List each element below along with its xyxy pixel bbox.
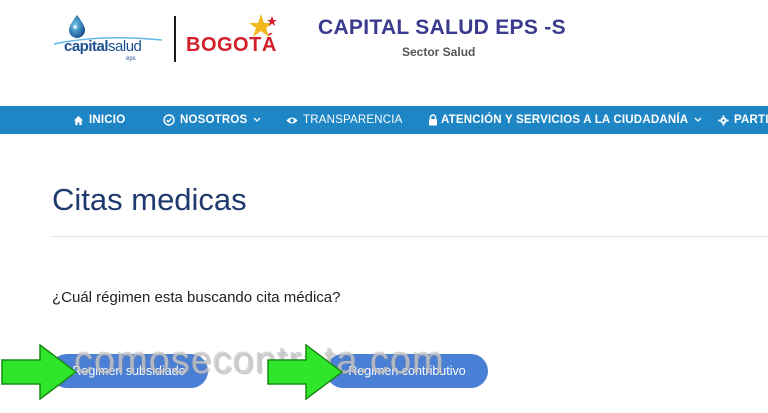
logo-divider bbox=[174, 16, 176, 62]
bogota-logo[interactable]: BOGOTÁ bbox=[184, 12, 282, 64]
home-icon bbox=[72, 114, 84, 126]
nav-item-label: INICIO bbox=[89, 114, 126, 126]
title-divider bbox=[52, 236, 768, 237]
nav-item-label: TRANSPARENCIA bbox=[303, 114, 403, 126]
regimen-contributivo-button[interactable]: Regimen contributivo bbox=[326, 354, 488, 388]
nav-item-label: ATENCIÓN Y SERVICIOS A LA CIUDADANÍA bbox=[441, 114, 689, 126]
nav-item-atencion[interactable]: ATENCIÓN Y SERVICIOS A LA CIUDADANÍA bbox=[427, 106, 702, 134]
main-nav: INICIO NOSOTROS TRANSPARENCIA ATENCIÓN Y… bbox=[0, 106, 768, 134]
chevron-down-icon bbox=[694, 115, 702, 125]
capital-salud-logo[interactable]: capitalsalud eps bbox=[52, 14, 166, 64]
nav-item-label: NOSOTROS bbox=[180, 114, 248, 126]
eye-icon bbox=[286, 114, 298, 126]
page-title: Citas medicas bbox=[52, 182, 247, 217]
nav-item-transparencia[interactable]: TRANSPARENCIA bbox=[286, 106, 403, 134]
capital-salud-eps-text: eps bbox=[126, 56, 136, 62]
nav-item-inicio[interactable]: INICIO bbox=[72, 106, 125, 134]
capital-salud-wordmark: capitalsalud bbox=[64, 38, 142, 55]
chevron-down-icon bbox=[253, 115, 261, 125]
gear-icon bbox=[717, 114, 729, 126]
regimen-question: ¿Cuál régimen esta buscando cita médica? bbox=[52, 289, 341, 306]
nav-item-label: PARTI bbox=[734, 114, 768, 126]
nav-item-participa[interactable]: PARTI bbox=[717, 106, 768, 134]
green-arrow-icon bbox=[1, 343, 78, 401]
star-icon bbox=[249, 14, 277, 37]
site-header: capitalsalud eps BOGOTÁ CAPITAL SALUD EP… bbox=[0, 0, 768, 106]
green-arrow-icon bbox=[267, 343, 344, 401]
site-subtitle: Sector Salud bbox=[402, 45, 476, 59]
site-title: CAPITAL SALUD EPS -S bbox=[318, 16, 566, 39]
lock-icon bbox=[427, 114, 439, 126]
nav-item-nosotros[interactable]: NOSOTROS bbox=[163, 106, 261, 134]
check-circle-icon bbox=[163, 114, 175, 126]
